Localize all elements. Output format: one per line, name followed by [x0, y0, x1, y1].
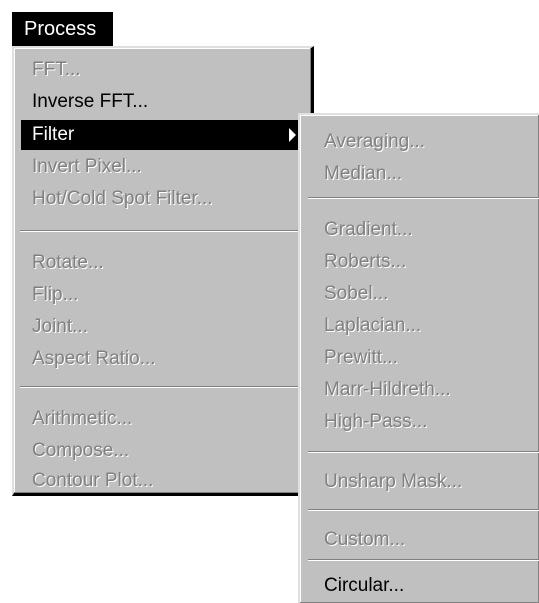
menu-separator — [20, 230, 305, 232]
submenu-item-high-pass[interactable]: High-Pass... — [308, 407, 539, 437]
menu-item-compose[interactable]: Compose... — [21, 436, 304, 466]
menu-item-arithmetic[interactable]: Arithmetic... — [21, 404, 304, 434]
submenu-item-median[interactable]: Median... — [308, 159, 539, 189]
menu-title-process[interactable]: Process — [12, 12, 113, 46]
submenu-item-custom[interactable]: Custom... — [308, 525, 539, 555]
menu-item-hot-cold-spot-filter[interactable]: Hot/Cold Spot Filter... — [21, 184, 304, 214]
submenu-item-circular[interactable]: Circular... — [308, 571, 539, 601]
menu-item-fft[interactable]: FFT... — [21, 55, 304, 85]
submenu-item-marr-hildreth[interactable]: Marr-Hildreth... — [308, 375, 539, 405]
menu-item-contour-plot[interactable]: Contour Plot... — [21, 466, 304, 496]
process-menu: FFT... Inverse FFT... Filter Invert Pixe… — [12, 46, 314, 496]
menu-separator — [308, 197, 539, 199]
menu-item-inverse-fft[interactable]: Inverse FFT... — [21, 87, 304, 117]
filter-submenu: Averaging... Median... Gradient... Rober… — [298, 113, 539, 603]
menu-item-rotate[interactable]: Rotate... — [21, 248, 304, 278]
menu-separator — [20, 386, 305, 388]
menu-item-joint[interactable]: Joint... — [21, 312, 304, 342]
submenu-item-averaging[interactable]: Averaging... — [308, 127, 539, 157]
submenu-item-prewitt[interactable]: Prewitt... — [308, 343, 539, 373]
menu-item-invert-pixel[interactable]: Invert Pixel... — [21, 152, 304, 182]
menu-separator — [308, 451, 539, 453]
submenu-item-roberts[interactable]: Roberts... — [308, 247, 539, 277]
submenu-item-gradient[interactable]: Gradient... — [308, 215, 539, 245]
menu-item-aspect-ratio[interactable]: Aspect Ratio... — [21, 344, 304, 374]
submenu-item-sobel[interactable]: Sobel... — [308, 279, 539, 309]
menu-item-filter[interactable]: Filter — [21, 120, 304, 150]
submenu-arrow-icon — [289, 128, 296, 142]
submenu-item-laplacian[interactable]: Laplacian... — [308, 311, 539, 341]
menu-item-flip[interactable]: Flip... — [21, 280, 304, 310]
menu-item-filter-label: Filter — [32, 124, 75, 145]
menu-separator — [308, 559, 539, 561]
submenu-item-unsharp-mask[interactable]: Unsharp Mask... — [308, 467, 539, 497]
menu-separator — [308, 509, 539, 511]
